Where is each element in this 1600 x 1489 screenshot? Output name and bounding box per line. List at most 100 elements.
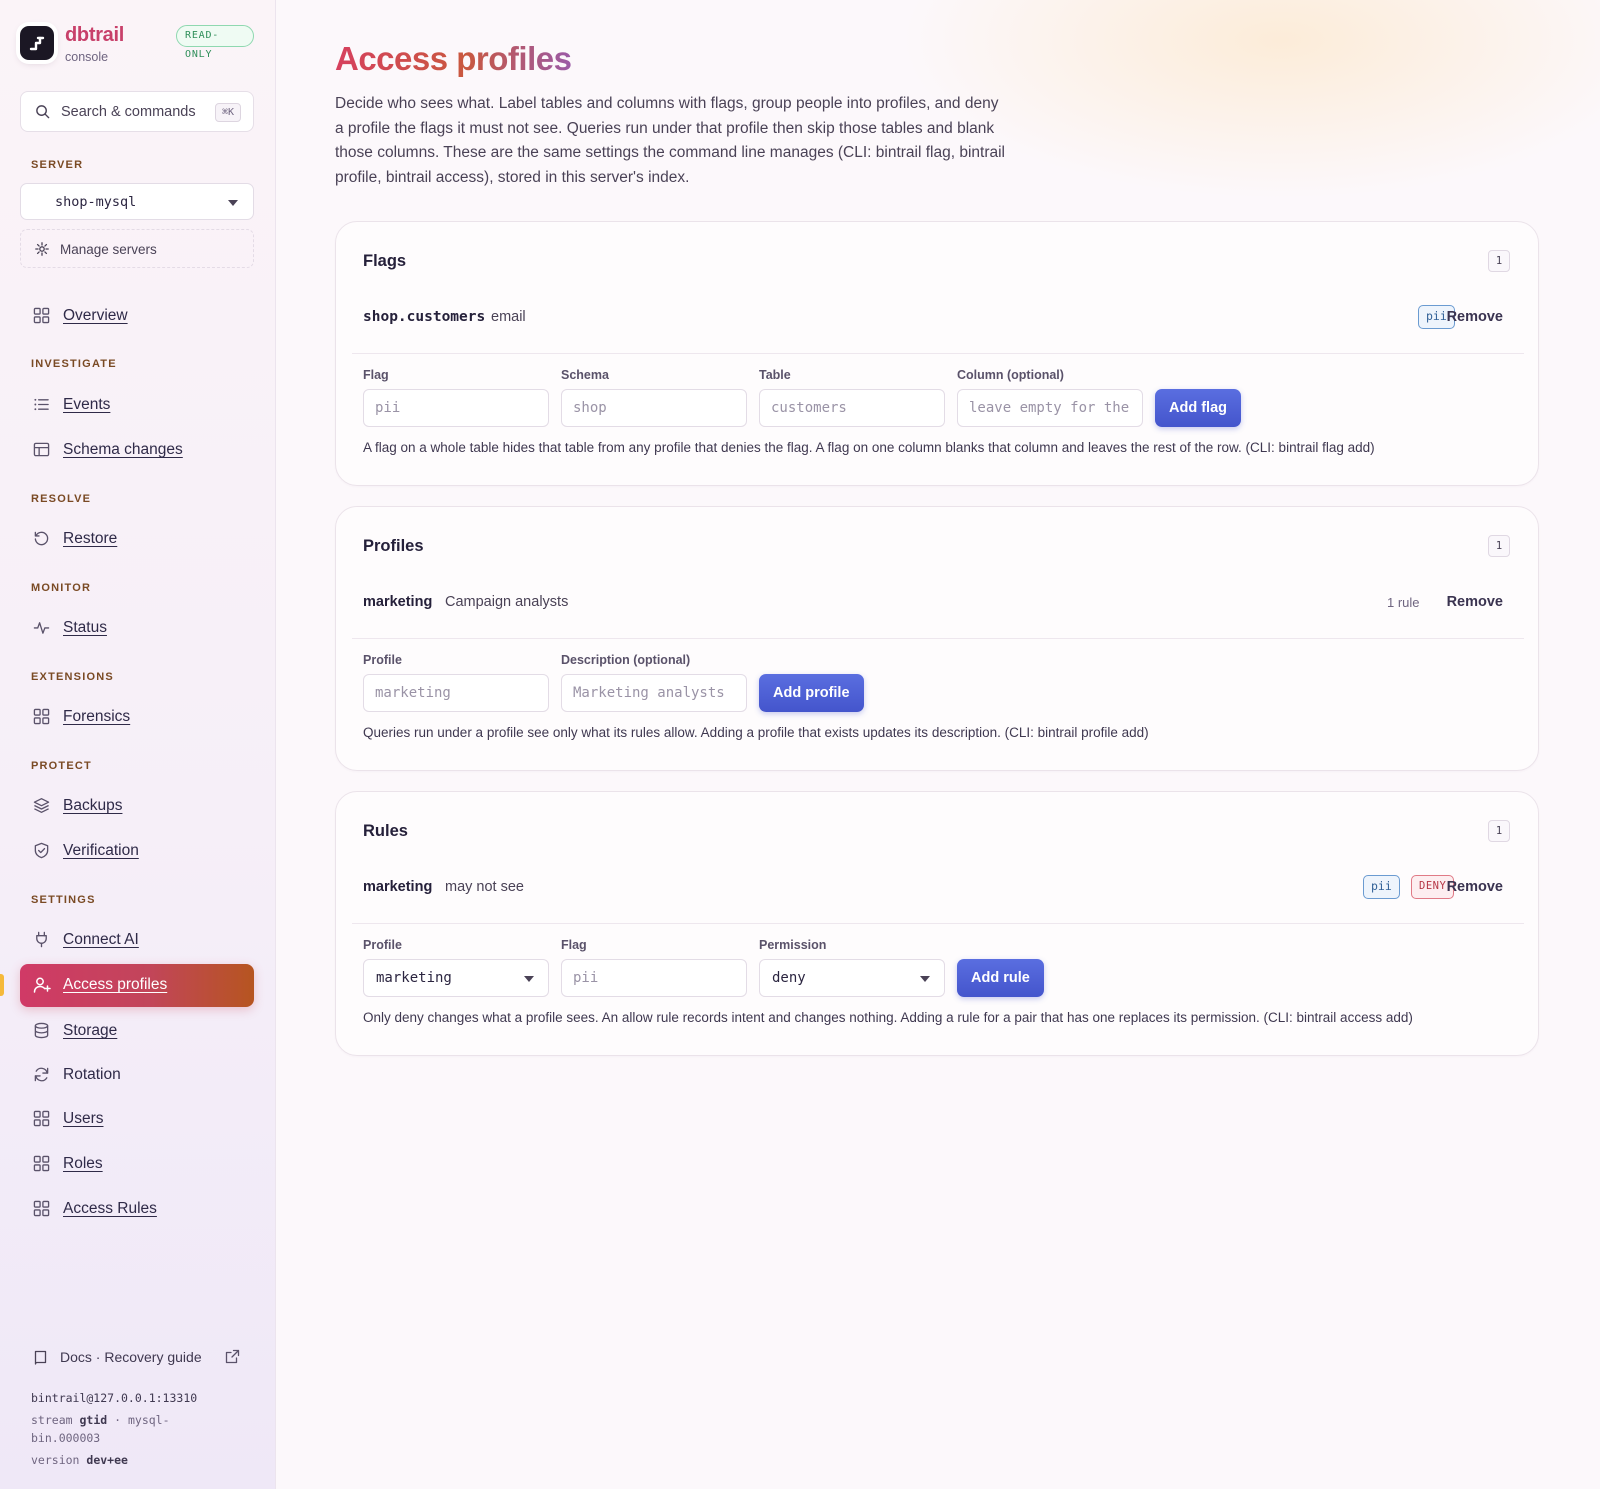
flag-column: email: [491, 309, 526, 325]
version-label: version: [31, 1453, 80, 1467]
rules-card: Rules 1 marketing may not see pii DENY R…: [335, 791, 1539, 1056]
section-resolve: RESOLVE: [31, 493, 92, 505]
search-label: Search & commands: [61, 104, 196, 120]
profile-remove-button[interactable]: Remove: [1447, 594, 1503, 610]
permission-select[interactable]: deny: [759, 959, 945, 997]
sidebar-item-label: Schema changes: [63, 441, 183, 458]
external-link-icon: [225, 1349, 240, 1364]
sidebar-item-schema-changes[interactable]: Schema changes: [20, 430, 254, 470]
version-value: dev+ee: [86, 1453, 128, 1467]
sidebar-item-label: Backups: [63, 797, 123, 814]
sidebar-item-label: Users: [63, 1110, 104, 1127]
add-flag-button[interactable]: Add flag: [1155, 389, 1241, 427]
flags-count: 1: [1488, 250, 1510, 272]
sidebar-item-access-profiles[interactable]: Access profiles: [20, 964, 254, 1007]
sidebar-item-overview[interactable]: Overview: [20, 296, 254, 336]
profile-field-label: Profile: [363, 653, 402, 667]
column-field-label: Column (optional): [957, 368, 1064, 382]
refresh-icon: [34, 1067, 49, 1082]
sidebar-item-storage[interactable]: Storage: [20, 1011, 254, 1051]
sidebar-item-forensics[interactable]: Forensics: [20, 697, 254, 737]
sidebar-item-status[interactable]: Status: [20, 608, 254, 648]
flags-help: A flag on a whole table hides that table…: [363, 440, 1375, 455]
database-icon: [34, 1022, 49, 1039]
flag-input[interactable]: [363, 389, 549, 427]
docs-link[interactable]: Docs · Recovery guide: [31, 1348, 251, 1368]
shortcut-badge: ⌘K: [214, 103, 241, 122]
permission-field-label: Permission: [759, 938, 827, 952]
layers-icon: [33, 798, 50, 813]
sidebar-item-users[interactable]: Users: [20, 1099, 254, 1139]
divider: [352, 638, 1524, 639]
sidebar-item-label: Overview: [63, 307, 128, 324]
rules-count: 1: [1488, 820, 1510, 842]
active-indicator: [0, 974, 4, 996]
sidebar-item-label: Connect AI: [63, 931, 139, 948]
list-icon: [34, 398, 49, 411]
sidebar-item-verification[interactable]: Verification: [20, 831, 254, 871]
search-icon: [36, 105, 50, 119]
section-investigate: INVESTIGATE: [31, 358, 117, 370]
divider: [352, 923, 1524, 924]
caret-down-icon: [920, 976, 930, 982]
flag-remove-button[interactable]: Remove: [1447, 309, 1503, 325]
grid-icon: [33, 1155, 50, 1172]
rule-remove-button[interactable]: Remove: [1447, 879, 1503, 895]
description-input[interactable]: [561, 674, 747, 712]
grid-icon: [33, 708, 50, 725]
sidebar-item-connect-ai[interactable]: Connect AI: [20, 920, 254, 960]
section-settings: SETTINGS: [31, 894, 96, 906]
manage-servers-label: Manage servers: [60, 242, 157, 257]
rule-text: may not see: [445, 879, 524, 895]
profile-input[interactable]: [363, 674, 549, 712]
sidebar-item-roles[interactable]: Roles: [20, 1144, 254, 1184]
stream-info: stream gtid · mysql-: [31, 1413, 170, 1427]
column-input[interactable]: [957, 389, 1143, 427]
brand-logo[interactable]: [20, 26, 54, 60]
profile-rule-count: 1 rule: [1387, 595, 1420, 610]
flags-title: Flags: [363, 252, 407, 270]
shield-check-icon: [34, 842, 49, 859]
rule-profile-field-label: Profile: [363, 938, 402, 952]
sidebar-item-rotation[interactable]: Rotation: [20, 1055, 254, 1095]
sidebar-item-events[interactable]: Events: [20, 385, 254, 425]
user-plus-icon: [33, 977, 51, 993]
sidebar-item-label: Restore: [63, 530, 118, 547]
brand-subtitle: console: [65, 50, 109, 64]
profile-description: Campaign analysts: [445, 594, 569, 610]
rule-flag-input[interactable]: [561, 959, 747, 997]
sidebar-item-label: Storage: [63, 1022, 118, 1039]
read-only-badge: READ-ONLY: [176, 25, 254, 60]
server-select[interactable]: shop-mysql: [20, 183, 254, 220]
rule-profile-select[interactable]: marketing: [363, 959, 549, 997]
page-intro: Decide who sees what. Label tables and c…: [335, 95, 1005, 186]
pulse-icon: [33, 622, 50, 634]
profiles-help: Queries run under a profile see only wha…: [363, 725, 1149, 740]
schema-input[interactable]: [561, 389, 747, 427]
table-input[interactable]: [759, 389, 945, 427]
plug-icon: [36, 931, 47, 948]
permission-select-value: deny: [772, 970, 806, 986]
rules-title: Rules: [363, 822, 408, 840]
schema-field-label: Schema: [561, 368, 609, 382]
sidebar-item-label: Status: [63, 619, 107, 636]
flag-entry: shop.customers email pii Remove: [363, 304, 1515, 332]
rule-flag-badge: pii: [1363, 875, 1400, 899]
sidebar-item-label: Events: [63, 396, 111, 413]
section-monitor: MONITOR: [31, 582, 92, 594]
sidebar-item-restore[interactable]: Restore: [20, 519, 254, 559]
sidebar-item-backups[interactable]: Backups: [20, 786, 254, 826]
description-field-label: Description (optional): [561, 653, 691, 667]
profiles-count: 1: [1488, 535, 1510, 557]
add-profile-button[interactable]: Add profile: [759, 674, 864, 712]
manage-servers-button[interactable]: Manage servers: [20, 229, 254, 268]
stream-file-prefix: · mysql-: [114, 1413, 170, 1427]
search-commands-button[interactable]: Search & commands ⌘K: [20, 91, 254, 132]
trail-logo-icon: [29, 36, 45, 51]
brand-name: dbtrail: [65, 24, 125, 46]
gear-icon: [35, 242, 49, 256]
add-rule-button[interactable]: Add rule: [957, 959, 1044, 997]
sidebar-item-access-rules[interactable]: Access Rules: [20, 1189, 254, 1229]
sidebar-item-label: Access profiles: [63, 976, 168, 993]
rule-flag-field-label: Flag: [561, 938, 587, 952]
